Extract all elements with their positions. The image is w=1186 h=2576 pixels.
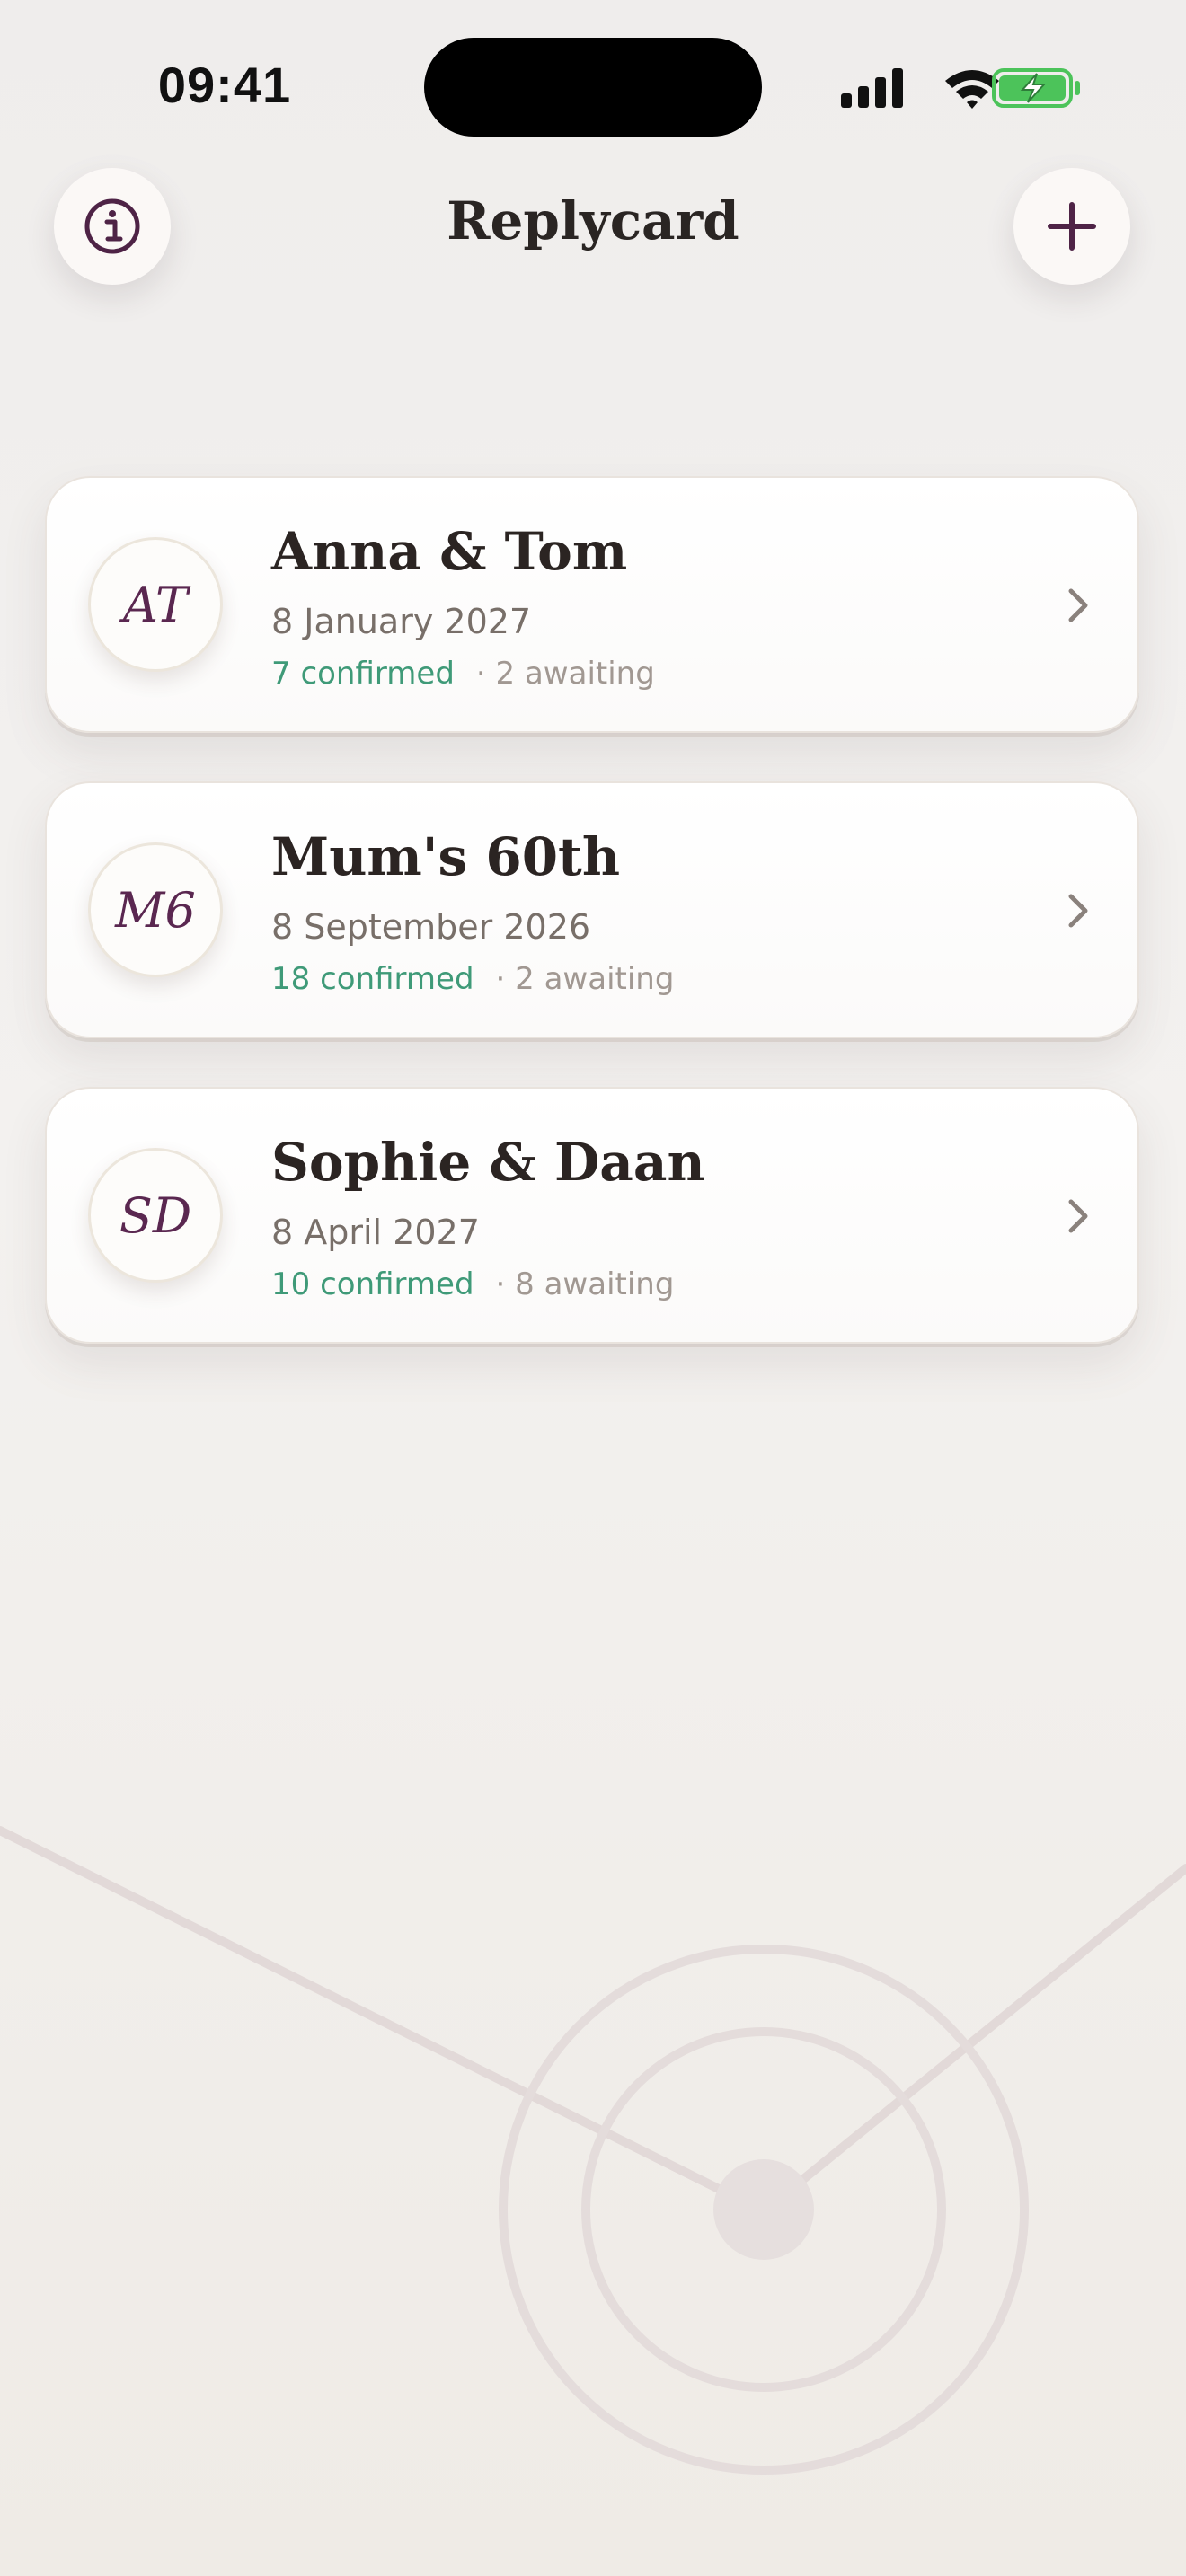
info-button[interactable]: [54, 168, 171, 285]
event-stats: 18 confirmed · 2 awaiting: [271, 961, 674, 997]
confirmed-count: 10 confirmed: [271, 1266, 474, 1302]
add-event-button[interactable]: [1013, 168, 1130, 285]
event-card-mums-60th[interactable]: M6 Mum's 60th 8 September 2026 18 confir…: [45, 781, 1139, 1038]
event-card-sophie-daan[interactable]: SD Sophie & Daan 8 April 2027 10 confirm…: [45, 1087, 1139, 1344]
event-title: Sophie & Daan: [271, 1132, 705, 1193]
event-date: 8 April 2027: [271, 1213, 480, 1252]
event-date: 8 January 2027: [271, 602, 532, 641]
chevron-right-icon: [1068, 894, 1088, 928]
event-title: Mum's 60th: [271, 826, 621, 887]
event-stats: 10 confirmed · 8 awaiting: [271, 1266, 674, 1302]
wifi-icon: [945, 70, 999, 109]
chevron-right-icon: [1068, 588, 1088, 622]
info-icon: [84, 198, 140, 254]
avatar: SD: [88, 1148, 223, 1283]
event-date: 8 September 2026: [271, 907, 591, 947]
event-title: Anna & Tom: [271, 521, 628, 582]
signal-icon: [841, 68, 903, 108]
plus-icon: [1048, 202, 1096, 251]
status-icons: [841, 68, 1080, 109]
avatar: M6: [88, 842, 223, 977]
dynamic-island: [424, 38, 762, 137]
status-time: 09:41: [157, 57, 292, 113]
avatar: AT: [88, 537, 223, 672]
page-title: Replycard: [447, 190, 739, 251]
status-bar: 09:41: [0, 0, 1186, 171]
event-stats: 7 confirmed · 2 awaiting: [271, 656, 655, 692]
chevron-right-icon: [1068, 1199, 1088, 1233]
confirmed-count: 7 confirmed: [271, 656, 455, 692]
confirmed-count: 18 confirmed: [271, 961, 474, 997]
event-list: AT Anna & Tom 8 January 2027 7 confirmed…: [45, 476, 1141, 1392]
event-card-anna-tom[interactable]: AT Anna & Tom 8 January 2027 7 confirmed…: [45, 476, 1139, 733]
awaiting-count: · 2 awaiting: [475, 656, 655, 692]
battery-icon: [992, 68, 1080, 108]
awaiting-count: · 2 awaiting: [495, 961, 675, 997]
awaiting-count: · 8 awaiting: [495, 1266, 675, 1302]
